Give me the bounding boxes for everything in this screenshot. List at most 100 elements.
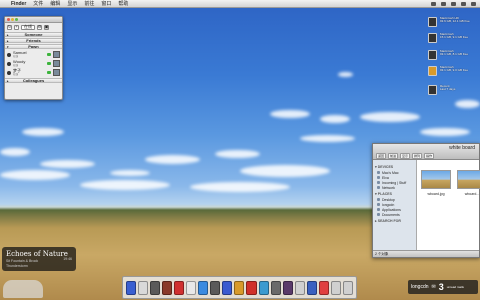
menu-item-go[interactable]: 前往	[84, 0, 94, 7]
itunes-dock-icon[interactable]	[162, 280, 173, 295]
document-icon	[428, 85, 437, 95]
hard-drive-icon	[428, 17, 437, 27]
finder-content: wboard.jpg wboard...	[417, 160, 480, 252]
clock-icon[interactable]	[461, 2, 466, 6]
file-item[interactable]: wboard...	[457, 170, 480, 252]
disclosure-icon: ▸	[7, 79, 9, 83]
safari-dock-icon[interactable]	[198, 280, 209, 295]
now-playing-widget[interactable]: Echoes of Nature Sit Fountain & Brook Th…	[2, 247, 76, 271]
video-chat-icon[interactable]	[47, 71, 51, 74]
menu-item-window[interactable]: 窗口	[101, 0, 111, 7]
drive-widget[interactable]: Recent Last 7 days	[428, 85, 474, 97]
finder-window: white board 返回 前进 显示 排列 操作 ▾ DEVICES Mac'…	[372, 143, 480, 258]
drive-widget[interactable]: Macintosh 93.1 GB, 9.0 GB free	[428, 66, 474, 78]
menu-item-finder[interactable]: Finder	[11, 1, 26, 7]
buddy-row[interactable]: Samuel 在线	[5, 50, 62, 59]
app-dock-icon[interactable]	[318, 280, 329, 295]
arrange-button[interactable]: 排列	[412, 153, 423, 159]
wifi-icon[interactable]	[431, 2, 436, 6]
group-header[interactable]: ▾ Pawn	[5, 44, 62, 49]
applications-icon	[377, 208, 380, 211]
sidebar-item[interactable]: Network	[373, 185, 416, 190]
finder-dock-icon[interactable]	[126, 280, 137, 295]
chat-icon[interactable]: ▣	[44, 24, 49, 30]
activity-dock-icon[interactable]	[282, 280, 293, 295]
view-button[interactable]: 显示	[400, 153, 411, 159]
photo-dock-icon[interactable]	[186, 280, 197, 295]
action-button[interactable]: 操作	[424, 153, 435, 159]
mail-user: longcdn	[411, 284, 429, 290]
group-header[interactable]: ▸ Friends	[5, 38, 62, 43]
drive-info: Last 7 days	[440, 87, 456, 91]
close-button[interactable]	[7, 18, 10, 21]
track-time: 19:46	[63, 257, 72, 261]
status-select[interactable]: 在线	[21, 24, 35, 30]
trash-dock-icon[interactable]	[294, 280, 305, 295]
forward-button[interactable]: 前进	[388, 153, 399, 159]
help-dock-icon[interactable]	[258, 280, 269, 295]
group-header[interactable]: ▸ Colleagues	[5, 78, 62, 83]
disclosure-icon: ▸	[375, 219, 377, 223]
menu-item-help[interactable]: 帮助	[118, 0, 128, 7]
mail-dock-icon[interactable]	[138, 280, 149, 295]
battery-icon[interactable]	[451, 2, 456, 6]
image-thumbnail	[421, 170, 451, 189]
folder-dock-icon[interactable]	[246, 280, 257, 295]
volume-icon[interactable]	[441, 2, 446, 6]
menu-item-file[interactable]: 文件	[33, 0, 43, 7]
video-chat-icon[interactable]	[47, 62, 51, 65]
menu-item-edit[interactable]: 编辑	[50, 0, 60, 7]
add-contact-icon[interactable]: +	[14, 24, 19, 30]
avatar	[53, 51, 60, 58]
settings-icon[interactable]: ⚙	[37, 24, 42, 30]
buddy-row[interactable]: Woody 在线	[5, 59, 62, 68]
buddy-status: 在线	[13, 55, 19, 58]
buddy-row[interactable]: 梦子 在线	[5, 68, 62, 77]
disclosure-icon: ▾	[375, 165, 377, 169]
disclosure-icon: ▾	[375, 192, 377, 196]
app-dock-icon[interactable]	[342, 280, 353, 295]
ical-dock-icon[interactable]	[150, 280, 161, 295]
file-name: wboard...	[464, 192, 480, 196]
app-dock-icon[interactable]	[306, 280, 317, 295]
preview-dock-icon[interactable]	[174, 280, 185, 295]
track-artist: Sit Fountain & Brook	[6, 259, 39, 263]
mail-notifier[interactable]: longcdn ✉ 3 unread mails	[408, 280, 478, 294]
sidebar-header-search[interactable]: ▸ SEARCH FOR	[373, 219, 416, 223]
drive-widget[interactable]: Macintosh HD 93.6 GB, 12.1 GB free	[428, 17, 474, 29]
buddy-status: 在线	[13, 64, 19, 67]
drive-widget[interactable]: Macintosh 15.1 GB, 9.1 GB free	[428, 33, 474, 45]
back-button[interactable]: 返回	[376, 153, 387, 159]
drive-widget[interactable]: Macintosh 93.1 GB, 8.1 GB free	[428, 50, 474, 62]
camera-dock-icon[interactable]	[210, 280, 221, 295]
group-header[interactable]: ▸ Someone	[5, 32, 62, 37]
qq-dock-icon[interactable]	[222, 280, 233, 295]
video-chat-icon[interactable]	[47, 53, 51, 56]
menu-item-view[interactable]: 显示	[67, 0, 77, 7]
sidebar-header-devices[interactable]: ▾ DEVICES	[373, 165, 416, 169]
file-item[interactable]: wboard.jpg	[421, 170, 451, 252]
file-name: wboard.jpg	[427, 192, 445, 196]
finder-sidebar: ▾ DEVICES Mac's Mac Elva Incoming | Stuff…	[373, 160, 417, 252]
network-icon	[377, 186, 380, 189]
system-preferences-dock-icon[interactable]	[270, 280, 281, 295]
mail-icon: ✉	[431, 284, 436, 290]
status-bar: 2 个对象	[373, 250, 479, 257]
unread-count: 3	[438, 282, 444, 292]
terminal-dock-icon[interactable]	[234, 280, 245, 295]
sidebar-header-places[interactable]: ▾ PLACES	[373, 192, 416, 196]
app-dock-icon[interactable]	[330, 280, 341, 295]
drive-stack-icon[interactable]	[3, 280, 43, 298]
avatar	[53, 60, 60, 67]
sidebar-item[interactable]: Documents	[373, 212, 416, 217]
zoom-button[interactable]	[15, 18, 18, 21]
hard-drive-icon	[428, 50, 437, 60]
drive-info: 93.1 GB, 9.0 GB free	[440, 68, 469, 72]
avatar	[53, 69, 60, 76]
spotlight-icon[interactable]	[471, 2, 476, 6]
drive-info: 93.6 GB, 12.1 GB free	[440, 19, 470, 23]
unread-label: unread mails	[446, 285, 464, 289]
refresh-icon[interactable]: ↻	[7, 24, 12, 30]
minimize-button[interactable]	[11, 18, 14, 21]
documents-icon	[377, 213, 380, 216]
